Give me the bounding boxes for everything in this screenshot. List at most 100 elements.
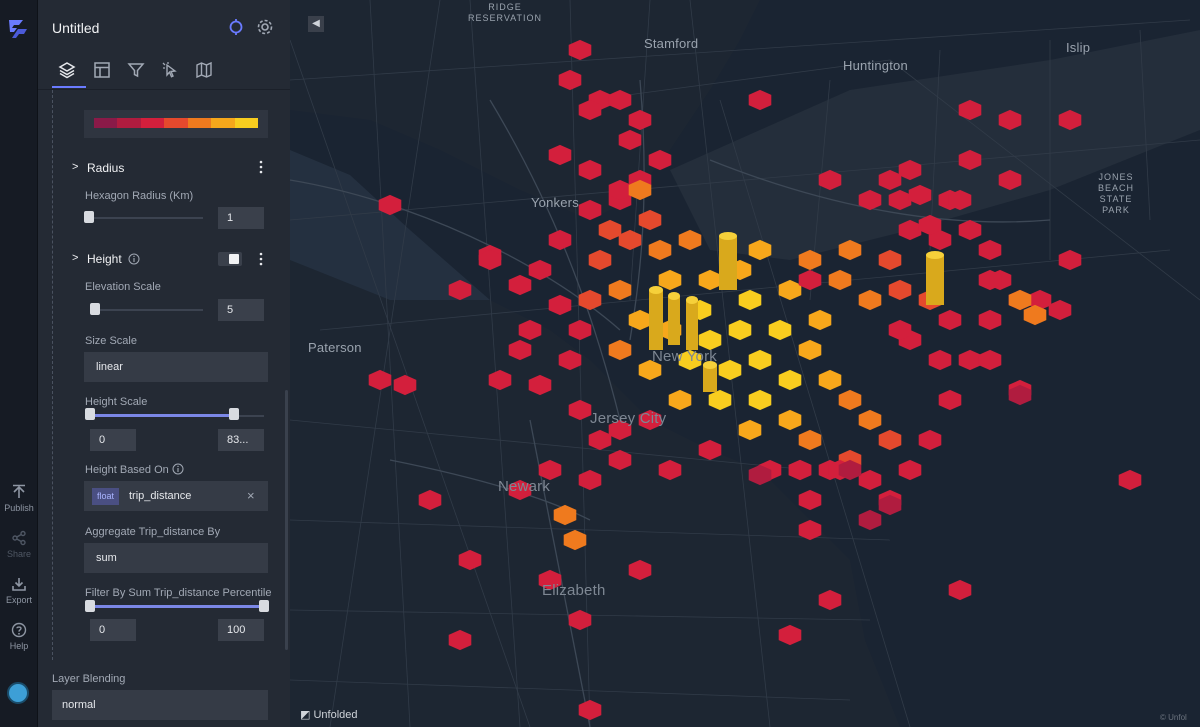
hex-cell	[798, 429, 822, 451]
gear-icon[interactable]	[255, 17, 275, 37]
map-icon[interactable]	[194, 60, 214, 80]
height-toggle[interactable]	[218, 252, 242, 266]
map-title[interactable]: Untitled	[52, 20, 99, 36]
map-label-newark: Newark	[498, 478, 551, 495]
aggregate-select[interactable]: sum	[84, 543, 268, 573]
height-scale-label: Height Scale	[85, 396, 148, 408]
panel-scroll-area[interactable]: > Radius Hexagon Radius (Km) 1 > Height …	[38, 90, 290, 660]
filter-icon[interactable]	[126, 60, 146, 80]
hex-cell	[748, 349, 772, 371]
color-swatch	[94, 118, 118, 128]
panel-scrollbar[interactable]	[285, 390, 288, 650]
hex-cell	[958, 219, 982, 241]
filter-percentile-max-knob[interactable]	[259, 600, 269, 612]
unfolded-logo-icon[interactable]	[5, 14, 33, 42]
map-label-jersey-city: Jersey City	[590, 410, 667, 427]
radius-expand-chevron-icon[interactable]: >	[72, 161, 78, 173]
elevation-scale-knob[interactable]	[90, 303, 100, 315]
height-scale-max-knob[interactable]	[229, 408, 239, 420]
hex-cell	[768, 319, 792, 341]
active-tab-indicator	[52, 86, 86, 88]
height-scale-max-input[interactable]: 83...	[218, 429, 264, 451]
filter-percentile-max-input[interactable]: 100	[218, 619, 264, 641]
avatar[interactable]	[7, 682, 29, 704]
hex-cell	[618, 129, 642, 151]
brand-label: Unfolded	[313, 709, 358, 721]
export-button[interactable]: Export	[0, 576, 38, 605]
layers-icon[interactable]	[57, 60, 77, 80]
info-icon[interactable]	[128, 253, 140, 265]
hex-cell	[578, 469, 602, 491]
hex-cell	[418, 489, 442, 511]
sync-icon[interactable]	[226, 17, 246, 37]
hex-cell	[858, 409, 882, 431]
height-field-selector[interactable]: float trip_distance ×	[84, 481, 268, 511]
filter-percentile-min-knob[interactable]	[85, 600, 95, 612]
hex-column	[668, 296, 680, 345]
map-label-elizabeth: Elizabeth	[542, 582, 606, 599]
height-more-icon[interactable]	[258, 252, 264, 266]
hexbin-layer[interactable]	[290, 0, 1200, 727]
toggle-knob	[229, 254, 239, 264]
hex-cell	[628, 109, 652, 131]
share-button[interactable]: Share	[0, 530, 38, 559]
hex-cell	[738, 419, 762, 441]
hex-cell	[878, 249, 902, 271]
publish-button[interactable]: Publish	[0, 484, 38, 513]
elevation-scale-input[interactable]: 5	[218, 299, 264, 321]
export-icon	[12, 578, 26, 591]
hex-cell	[648, 239, 672, 261]
hex-cell	[938, 309, 962, 331]
height-header[interactable]: Height	[87, 252, 122, 266]
aggregate-label: Aggregate Trip_distance By	[85, 526, 221, 538]
map-attribution[interactable]: © Unfol	[1160, 713, 1187, 722]
hex-column-top	[686, 296, 698, 304]
hexagon-radius-slider[interactable]	[86, 217, 203, 219]
height-scale-slider-fill[interactable]	[90, 414, 234, 417]
hex-cell	[448, 629, 472, 651]
map-label-jones-beach: JONES BEACH STATE PARK	[1098, 172, 1135, 215]
hex-cell	[858, 289, 882, 311]
interaction-icon[interactable]	[160, 60, 180, 80]
hexagon-radius-input[interactable]: 1	[218, 207, 264, 229]
hex-cell	[1008, 289, 1032, 311]
height-scale-min-input[interactable]: 0	[90, 429, 136, 451]
hex-cell	[658, 459, 682, 481]
layer-blending-select[interactable]: normal	[52, 690, 268, 720]
radius-header[interactable]: Radius	[87, 161, 124, 175]
hex-cell	[638, 209, 662, 231]
help-button[interactable]: Help	[0, 622, 38, 651]
hex-cell	[658, 269, 682, 291]
height-scale-min-knob[interactable]	[85, 408, 95, 420]
hex-cell	[568, 609, 592, 631]
hexagon-radius-knob[interactable]	[84, 211, 94, 223]
hex-cell	[978, 349, 1002, 371]
hex-cell	[668, 389, 692, 411]
filter-percentile-slider[interactable]	[90, 605, 264, 608]
clear-field-close-icon[interactable]: ×	[247, 488, 255, 503]
hex-cell	[798, 519, 822, 541]
hex-cell	[748, 389, 772, 411]
size-scale-select[interactable]: linear	[84, 352, 268, 382]
hex-cell	[858, 469, 882, 491]
field-type-badge: float	[92, 488, 120, 505]
filter-percentile-min-input[interactable]: 0	[90, 619, 136, 641]
map-label-paterson: Paterson	[308, 340, 362, 355]
layout-icon[interactable]	[92, 60, 112, 80]
hex-cell	[1048, 299, 1072, 321]
map-label-huntington: Huntington	[843, 58, 908, 73]
hex-cell	[368, 369, 392, 391]
info-icon[interactable]	[172, 463, 184, 475]
hex-cell	[958, 349, 982, 371]
hex-cell	[558, 69, 582, 91]
hex-cell	[838, 239, 862, 261]
hex-cell	[898, 159, 922, 181]
hex-cell	[578, 159, 602, 181]
collapse-panel-button[interactable]: ◀	[308, 16, 324, 32]
map-canvas[interactable]: ◀ RIDGE RESERVATION Stamford Islip Huntin…	[290, 0, 1200, 727]
elevation-scale-slider[interactable]	[90, 309, 203, 311]
hex-cell	[818, 589, 842, 611]
height-expand-chevron-icon[interactable]: >	[72, 252, 78, 264]
radius-more-icon[interactable]	[258, 160, 264, 174]
hex-column-top	[668, 292, 680, 300]
